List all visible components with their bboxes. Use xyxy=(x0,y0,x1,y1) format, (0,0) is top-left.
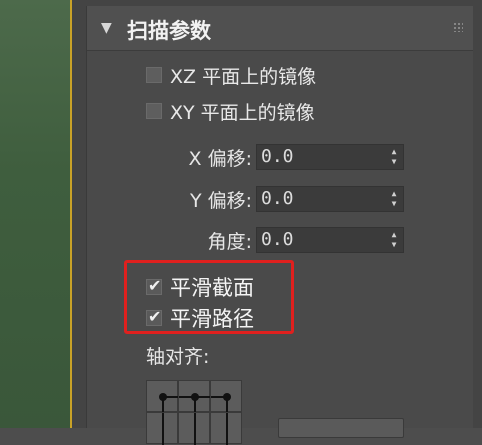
pivot-action-button[interactable] xyxy=(278,418,404,438)
mirror-xy-option[interactable]: XY 平面上的镜像 xyxy=(146,97,315,125)
x-offset-row: X 偏移: xyxy=(0,142,252,172)
rollout-header[interactable]: ▼ 扫描参数 xyxy=(87,6,473,51)
pivot-align-top-left-button[interactable] xyxy=(146,380,179,413)
pivot-center-icon xyxy=(194,413,196,445)
pivot-align-center-button[interactable] xyxy=(178,412,210,445)
pivot-align-top-center-button[interactable] xyxy=(178,380,211,413)
mirror-xy-checkbox[interactable] xyxy=(146,103,162,119)
pivot-align-middle-right-button[interactable] xyxy=(210,412,242,445)
pivot-top-center-icon xyxy=(179,393,211,413)
angle-label: 角度: xyxy=(207,230,252,253)
pivot-middle-right-icon xyxy=(226,413,228,445)
angle-row: 角度: xyxy=(0,225,252,255)
rollout-title: 扫描参数 xyxy=(127,19,211,43)
pivot-top-left-icon xyxy=(159,393,179,413)
pivot-top-right-icon xyxy=(211,393,231,413)
angle-spin-arrows-icon[interactable]: ▲ ▼ xyxy=(389,231,399,249)
pivot-middle-left-icon xyxy=(162,413,164,445)
x-offset-spinner[interactable]: 0.0 ▲ ▼ xyxy=(256,144,404,170)
x-offset-label: X 偏移: xyxy=(188,147,252,170)
mirror-xy-label: XY 平面上的镜像 xyxy=(170,101,315,124)
y-offset-row: Y 偏移: xyxy=(0,184,252,214)
x-offset-value[interactable]: 0.0 xyxy=(261,146,294,167)
y-offset-spin-arrows-icon[interactable]: ▲ ▼ xyxy=(389,190,399,208)
viewport-edge xyxy=(0,0,72,428)
y-offset-label: Y 偏移: xyxy=(189,189,252,212)
collapse-arrow-icon[interactable]: ▼ xyxy=(101,20,112,36)
mirror-xz-option[interactable]: XZ 平面上的镜像 xyxy=(146,61,316,89)
smoothing-highlight-annotation xyxy=(124,260,294,334)
x-offset-spin-arrows-icon[interactable]: ▲ ▼ xyxy=(389,148,399,166)
mirror-xz-checkbox[interactable] xyxy=(146,67,162,83)
drag-grip-icon[interactable] xyxy=(453,22,463,32)
angle-value[interactable]: 0.0 xyxy=(261,229,294,250)
pivot-align-top-right-button[interactable] xyxy=(210,380,242,413)
y-offset-value[interactable]: 0.0 xyxy=(261,188,294,209)
pivot-alignment-label: 轴对齐: xyxy=(146,346,210,368)
pivot-align-middle-left-button[interactable] xyxy=(146,412,178,445)
y-offset-spinner[interactable]: 0.0 ▲ ▼ xyxy=(256,186,404,212)
angle-spinner[interactable]: 0.0 ▲ ▼ xyxy=(256,227,404,253)
mirror-xz-label: XZ 平面上的镜像 xyxy=(170,65,317,88)
